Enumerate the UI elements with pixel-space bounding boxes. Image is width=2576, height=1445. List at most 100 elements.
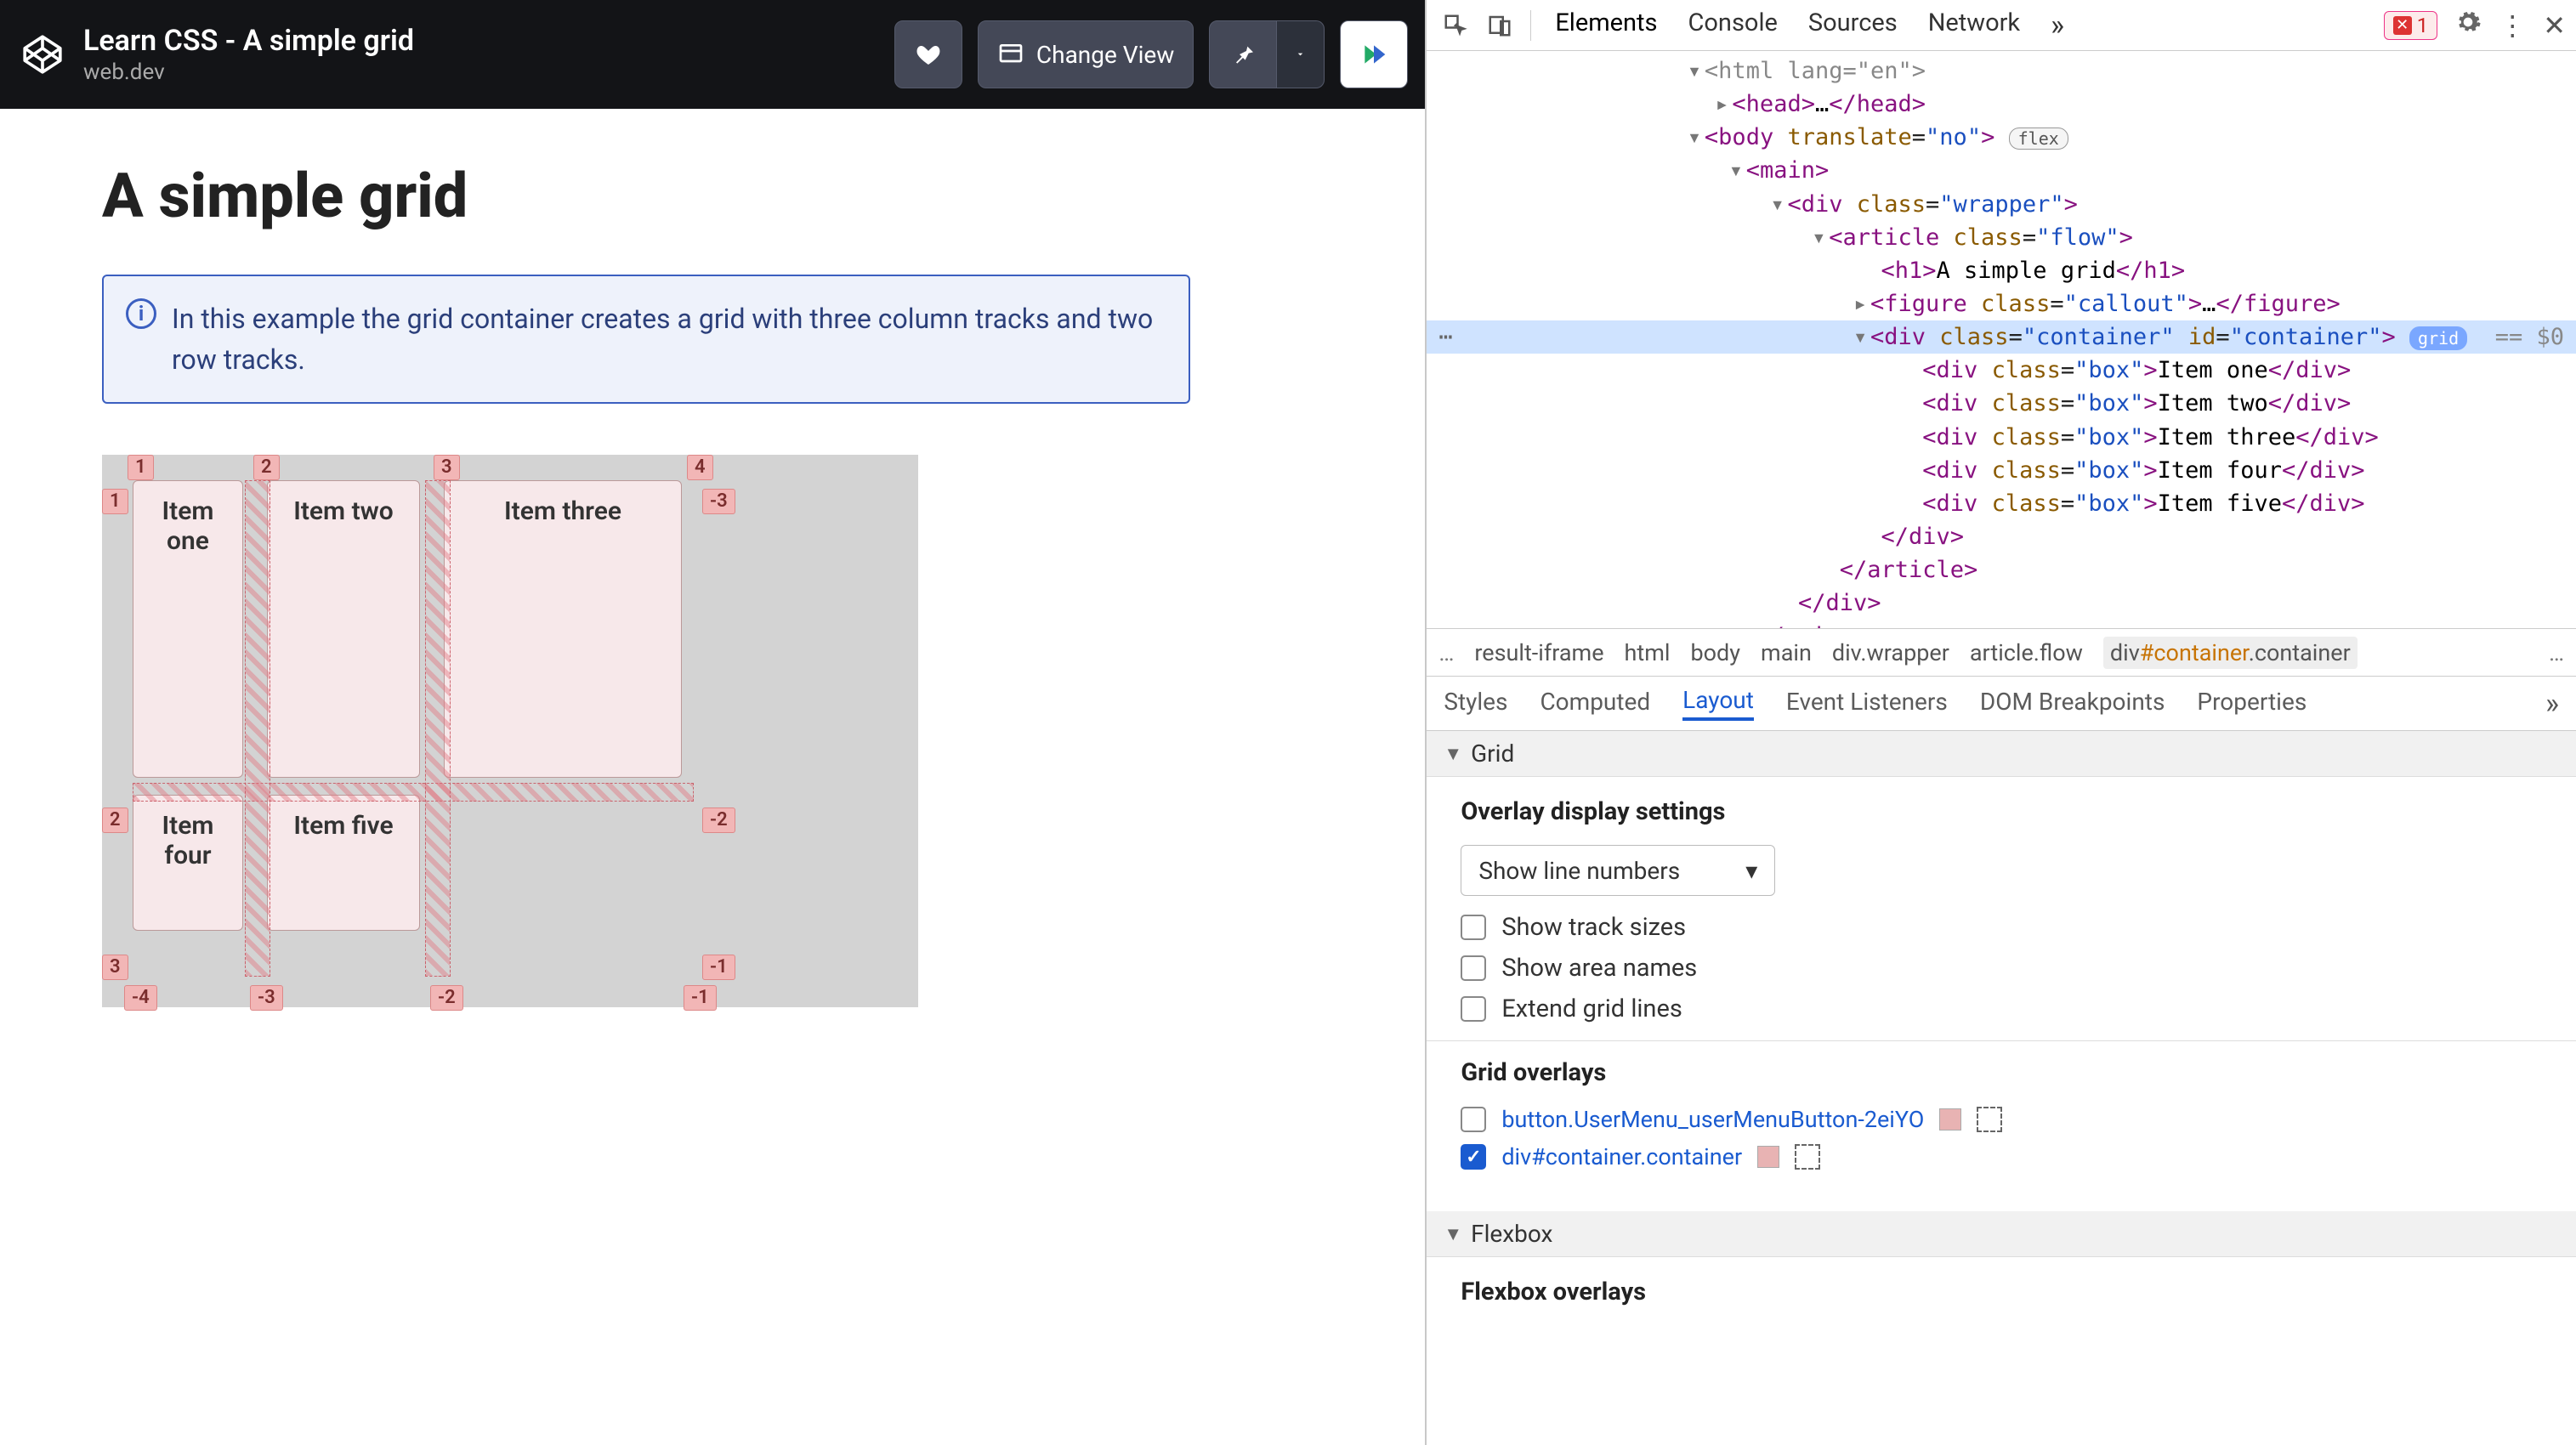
line-label: -2 [430, 985, 463, 1011]
overlay-target-link[interactable]: button.UserMenu_userMenuButton-2eiYO [1501, 1106, 1924, 1133]
dom-line[interactable]: </div> [1427, 520, 2576, 553]
breadcrumb-item[interactable]: div.wrapper [1832, 639, 1949, 666]
more-icon[interactable]: ⋮ [2499, 9, 2526, 42]
line-label: -4 [124, 985, 157, 1011]
heart-button[interactable] [894, 20, 962, 88]
line-numbers-select[interactable]: Show line numbers ▾ [1461, 845, 1775, 896]
tab-elements[interactable]: Elements [1555, 8, 1657, 42]
tab-console[interactable]: Console [1688, 8, 1778, 42]
checkbox-label: Show track sizes [1501, 913, 1686, 942]
breadcrumb-item[interactable]: main [1761, 639, 1812, 666]
error-count: 1 [2417, 14, 2429, 37]
dom-line[interactable]: ▾<main> [1427, 154, 2576, 187]
dom-line[interactable]: ▸<head>…</head> [1427, 88, 2576, 121]
breadcrumb-ellipsis[interactable]: … [1438, 639, 1454, 666]
breadcrumb-item-current[interactable]: div#container.container [2103, 637, 2358, 669]
reveal-icon[interactable] [1977, 1107, 2002, 1132]
close-devtools-icon[interactable]: ✕ [2543, 9, 2566, 42]
devtools-pane: Elements Console Sources Network » ✕ 1 ⋮… [1425, 0, 2576, 1445]
grid-item: Item two [267, 480, 420, 778]
dom-line[interactable]: <h1>A simple grid</h1> [1427, 254, 2576, 287]
breadcrumb-item[interactable]: body [1690, 639, 1740, 666]
devtools-topbar: Elements Console Sources Network » ✕ 1 ⋮… [1427, 0, 2576, 51]
styles-subtabs: Styles Computed Layout Event Listeners D… [1427, 677, 2576, 731]
dom-line[interactable]: <div class="box">Item three</div> [1427, 421, 2576, 454]
dom-line[interactable]: ▾<body translate="no"> flex [1427, 121, 2576, 154]
subtab-dom-breakpoints[interactable]: DOM Breakpoints [1980, 688, 2165, 719]
subtab-properties[interactable]: Properties [2197, 688, 2306, 719]
title-block: Learn CSS - A simple grid web.dev [83, 24, 894, 85]
dom-line[interactable]: <div class="box">Item one</div> [1427, 354, 2576, 387]
line-label: 2 [102, 808, 128, 833]
line-label: -2 [702, 808, 735, 833]
dom-line[interactable]: </article> [1427, 553, 2576, 586]
dom-line[interactable]: <div class="box">Item two</div> [1427, 387, 2576, 420]
run-button[interactable] [1340, 20, 1408, 88]
settings-icon[interactable] [2454, 8, 2482, 42]
line-label: -3 [250, 985, 283, 1011]
overlay-target-link[interactable]: div#container.container [1501, 1143, 1742, 1170]
error-badge[interactable]: ✕ 1 [2384, 11, 2438, 40]
subtab-event-listeners[interactable]: Event Listeners [1786, 688, 1948, 719]
devtools-main-tabs: Elements Console Sources Network » [1555, 8, 2376, 42]
dom-line[interactable]: </main> [1427, 620, 2576, 629]
error-x-icon: ✕ [2393, 16, 2412, 35]
subtab-styles[interactable]: Styles [1444, 688, 1507, 719]
dom-breadcrumb[interactable]: … result-iframe html body main div.wrapp… [1427, 629, 2576, 677]
checkbox-row: Show area names [1461, 954, 2542, 983]
dom-line[interactable]: ▾<div class="wrapper"> [1427, 188, 2576, 221]
breadcrumb-item[interactable]: html [1625, 639, 1671, 666]
layout-panel: ▼ Grid Overlay display settings Show lin… [1427, 731, 2576, 1445]
tab-more[interactable]: » [2051, 8, 2064, 42]
change-view-button[interactable]: Change View [978, 20, 1194, 88]
subtab-more[interactable]: » [2545, 687, 2559, 721]
tab-network[interactable]: Network [1928, 8, 2020, 42]
line-label: 1 [102, 489, 128, 514]
dom-line-selected[interactable]: ⋯ ▾<div class="container" id="container"… [1427, 320, 2576, 354]
dom-line[interactable]: ▾<html lang="en"> [1427, 54, 2576, 88]
device-toggle-icon[interactable] [1481, 7, 1518, 44]
dom-line[interactable]: ▾<article class="flow"> [1427, 221, 2576, 254]
inspect-icon[interactable] [1437, 7, 1474, 44]
line-label: -3 [702, 489, 735, 514]
info-icon: i [126, 298, 156, 329]
grid-section-title: Grid [1471, 740, 1514, 768]
reveal-icon[interactable] [1795, 1144, 1820, 1170]
breadcrumb-ellipsis[interactable]: … [2549, 639, 2564, 666]
checkbox-show-track-sizes[interactable] [1461, 915, 1486, 940]
dom-tree[interactable]: ▾<html lang="en"> ▸<head>…</head> ▾<body… [1427, 51, 2576, 629]
topbar: Learn CSS - A simple grid web.dev Change… [0, 0, 1425, 109]
subtab-computed[interactable]: Computed [1540, 688, 1650, 719]
dom-line[interactable]: <div class="box">Item five</div> [1427, 487, 2576, 520]
checkbox-show-area-names[interactable] [1461, 955, 1486, 981]
checkbox-row: Show track sizes [1461, 913, 2542, 942]
breadcrumb-item[interactable]: article.flow [1970, 639, 2083, 666]
tab-sources[interactable]: Sources [1808, 8, 1898, 42]
codepen-logo [17, 29, 68, 80]
dom-line[interactable]: ▸<figure class="callout">…</figure> [1427, 287, 2576, 320]
grid-section-header[interactable]: ▼ Grid [1427, 731, 2576, 777]
flexbox-overlays-title: Flexbox overlays [1461, 1278, 2542, 1306]
overlay-checkbox[interactable] [1461, 1144, 1486, 1170]
pin-menu-button[interactable] [1277, 20, 1325, 88]
breadcrumb-item[interactable]: result-iframe [1474, 639, 1603, 666]
checkbox-extend-grid-lines[interactable] [1461, 996, 1486, 1022]
overlay-checkbox[interactable] [1461, 1107, 1486, 1132]
grid-item: Item five [267, 795, 420, 931]
line-label: 2 [253, 455, 280, 480]
change-view-label: Change View [1036, 41, 1174, 69]
color-swatch[interactable] [1939, 1108, 1961, 1130]
line-label: -1 [702, 955, 735, 980]
color-swatch[interactable] [1757, 1146, 1779, 1168]
grid-item: Item four [133, 795, 243, 931]
dom-line[interactable]: </div> [1427, 586, 2576, 620]
subtab-layout[interactable]: Layout [1682, 686, 1754, 721]
grid-section-body: Overlay display settings Show line numbe… [1427, 777, 2576, 1211]
pen-author: web.dev [83, 60, 894, 85]
grid-overlay-row: button.UserMenu_userMenuButton-2eiYO [1461, 1106, 2542, 1133]
pin-button[interactable] [1209, 20, 1277, 88]
flexbox-section-header[interactable]: ▼ Flexbox [1427, 1211, 2576, 1257]
codepen-pane: Learn CSS - A simple grid web.dev Change… [0, 0, 1425, 1445]
dom-line[interactable]: <div class="box">Item four</div> [1427, 454, 2576, 487]
grid-item: Item three [444, 480, 682, 778]
